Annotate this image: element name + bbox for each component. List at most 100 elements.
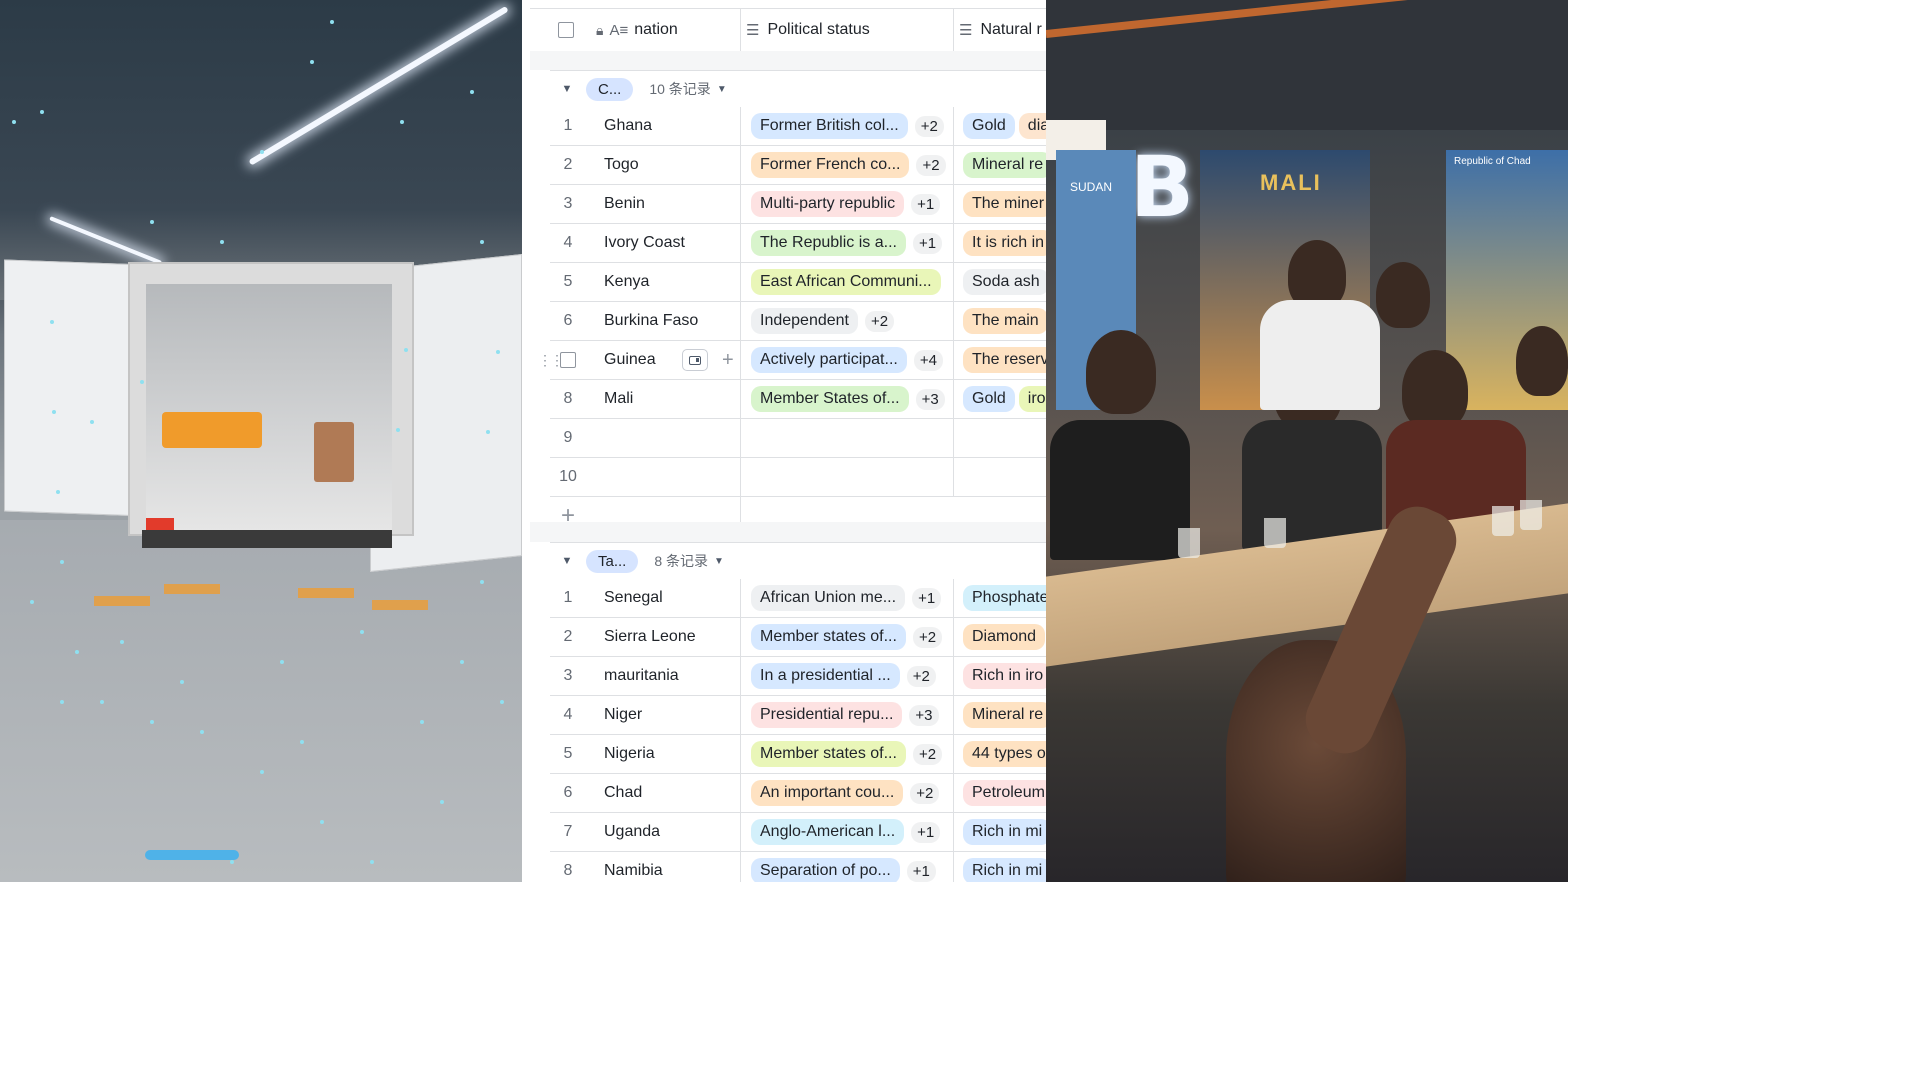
table-row[interactable]: 7 Uganda Anglo-American l... +1 Rich in mi (550, 813, 1046, 852)
political-status-cell[interactable]: Independent +2 (751, 308, 895, 334)
column-header-natural[interactable]: Natural r (980, 21, 1041, 39)
more-tags-count[interactable]: +4 (913, 349, 943, 371)
table-row[interactable]: 9 (550, 419, 1046, 458)
political-status-cell[interactable]: Anglo-American l... +1 (751, 819, 941, 845)
column-header-natural-cell[interactable]: ☰ Natural r (953, 9, 1046, 51)
political-status-cell[interactable]: African Union me... +1 (751, 585, 942, 611)
nation-cell[interactable]: Uganda (604, 823, 660, 841)
political-status-cell[interactable]: In a presidential ... +2 (751, 663, 936, 689)
table-row[interactable]: 4 Ivory Coast The Republic is a... +1 It is … (550, 224, 1046, 263)
column-header-nation[interactable]: nation (634, 21, 678, 39)
table-row[interactable]: 8 Namibia Separation of po... +1 Rich in mi (550, 852, 1046, 882)
table-row[interactable]: 2 Togo Former French co... +2 Mineral re (550, 146, 1046, 185)
natural-resources-cell[interactable]: It is rich in (963, 230, 1046, 256)
natural-resources-cell[interactable]: Petroleum (963, 780, 1046, 806)
political-status-cell[interactable]: Member states of... +2 (751, 741, 943, 767)
row-checkbox[interactable] (560, 352, 576, 368)
more-tags-count[interactable]: +3 (909, 704, 939, 726)
more-tags-count[interactable]: +1 (912, 232, 943, 254)
select-all-cell[interactable]: 🔒︎ A≡ nation (530, 9, 741, 51)
nation-cell[interactable]: Sierra Leone (604, 628, 696, 646)
natural-resources-cell[interactable]: Rich in mi (963, 858, 1046, 882)
table-row[interactable]: 3 Benin Multi-party republic +1 The miner (550, 185, 1046, 224)
natural-resources-cell[interactable]: The miner (963, 191, 1046, 217)
table-row[interactable]: 6 Chad An important cou... +2 Petroleum (550, 774, 1046, 813)
more-tags-count[interactable]: +2 (912, 626, 943, 648)
political-status-cell[interactable]: Member states of... +2 (751, 624, 943, 650)
nation-cell[interactable]: Ghana (604, 117, 652, 135)
natural-resources-cell[interactable]: Phosphate (963, 585, 1046, 611)
natural-resources-cell[interactable]: Gold iro (963, 386, 1046, 412)
natural-resources-cell[interactable]: 44 types o (963, 741, 1046, 767)
more-tags-count[interactable]: +2 (910, 782, 940, 804)
more-tags-count[interactable]: +1 (911, 821, 941, 843)
column-header-political-status-cell[interactable]: ☰ Political status (740, 9, 954, 51)
natural-resources-cell[interactable]: Mineral re (963, 702, 1046, 728)
more-tags-count[interactable]: +2 (864, 310, 895, 332)
nation-cell[interactable]: Guinea (604, 351, 656, 369)
column-header-political-status[interactable]: Political status (767, 21, 869, 39)
nation-cell[interactable]: Niger (604, 706, 642, 724)
natural-resources-cell[interactable]: The main (963, 308, 1046, 334)
nation-cell[interactable]: Nigeria (604, 745, 655, 763)
nation-cell[interactable]: Ivory Coast (604, 234, 685, 252)
political-status-cell[interactable]: The Republic is a... +1 (751, 230, 943, 256)
table-row[interactable]: 1 Ghana Former British col... +2 Gold dia (550, 107, 1046, 146)
political-status-cell[interactable]: Multi-party republic +1 (751, 191, 941, 217)
more-tags-count[interactable]: +2 (912, 743, 943, 765)
table-row[interactable]: 5 Nigeria Member states of... +2 44 types o (550, 735, 1046, 774)
nation-cell[interactable]: mauritania (604, 667, 679, 685)
nation-cell[interactable]: Kenya (604, 273, 649, 291)
chevron-down-icon[interactable]: ▼ (717, 84, 727, 95)
chevron-down-icon[interactable]: ▼ (714, 556, 724, 567)
table-row[interactable]: 2 Sierra Leone Member states of... +2 Diamon… (550, 618, 1046, 657)
political-status-cell[interactable]: Former British col... +2 (751, 113, 944, 139)
nation-cell[interactable]: Burkina Faso (604, 312, 698, 330)
select-all-checkbox[interactable] (558, 22, 574, 38)
table-row[interactable]: 4 Niger Presidential repu... +3 Mineral re (550, 696, 1046, 735)
political-status-cell[interactable]: Member States of... +3 (751, 386, 945, 412)
nation-cell[interactable]: Benin (604, 195, 645, 213)
table-row[interactable]: 3 mauritania In a presidential ... +2 Rich i… (550, 657, 1046, 696)
political-status-cell[interactable]: Presidential repu... +3 (751, 702, 939, 728)
nation-cell[interactable]: Senegal (604, 589, 663, 607)
nation-cell[interactable]: Namibia (604, 862, 663, 880)
collapse-caret-icon[interactable]: ▼ (552, 83, 582, 95)
table-row[interactable]: 7⋮⋮+GuineaActively participat...+4The re… (538, 341, 1046, 380)
political-status-cell[interactable]: East African Communi... (751, 269, 941, 295)
political-status-cell[interactable]: An important cou... +2 (751, 780, 940, 806)
natural-resources-cell[interactable]: Rich in mi (963, 819, 1046, 845)
political-status-cell[interactable]: Actively participat... +4 (751, 347, 943, 373)
nation-cell[interactable]: Chad (604, 784, 642, 802)
table-row[interactable]: 10 (550, 458, 1046, 497)
particle-dot (180, 680, 184, 684)
more-tags-count[interactable]: +1 (911, 193, 941, 215)
ambulance-van[interactable] (128, 262, 414, 580)
nation-cell[interactable]: Togo (604, 156, 639, 174)
nation-cell[interactable]: Mali (604, 390, 633, 408)
political-status-cell[interactable]: Separation of po... +1 (751, 858, 936, 882)
table-row[interactable]: 5 Kenya East African Communi... Soda ash (550, 263, 1046, 302)
add-icon[interactable]: + (722, 349, 734, 372)
natural-resources-cell[interactable]: The reserv (963, 347, 1046, 373)
natural-resources-cell[interactable]: Diamond (963, 624, 1046, 650)
political-status-cell[interactable]: Former French co... +2 (751, 152, 946, 178)
more-tags-count[interactable]: +2 (916, 154, 946, 176)
natural-resources-cell[interactable]: Mineral re (963, 152, 1046, 178)
drag-handle-icon[interactable]: ⋮⋮ (538, 352, 564, 369)
collapse-caret-icon[interactable]: ▼ (552, 555, 582, 567)
table-row[interactable]: 8 Mali Member States of... +3 Gold iro (550, 380, 1046, 419)
more-tags-count[interactable]: +3 (915, 388, 945, 410)
natural-resources-cell[interactable]: Gold dia (963, 113, 1046, 139)
table-row[interactable]: 1 Senegal African Union me... +1 Phosphate (550, 579, 1046, 618)
more-tags-count[interactable]: +1 (912, 587, 942, 609)
expand-record-icon[interactable] (682, 349, 708, 371)
more-tags-count[interactable]: +1 (906, 860, 936, 882)
table-row[interactable]: 6 Burkina Faso Independent +2 The main (550, 302, 1046, 341)
group-header[interactable]: ▼ Ta... 8 条记录 ▼ (550, 542, 1046, 580)
more-tags-count[interactable]: +2 (914, 115, 944, 137)
more-tags-count[interactable]: +2 (906, 665, 936, 687)
natural-resources-cell[interactable]: Soda ash (963, 269, 1046, 295)
group-header[interactable]: ▼ C... 10 条记录 ▼ (550, 70, 1046, 108)
natural-resources-cell[interactable]: Rich in iro (963, 663, 1046, 689)
